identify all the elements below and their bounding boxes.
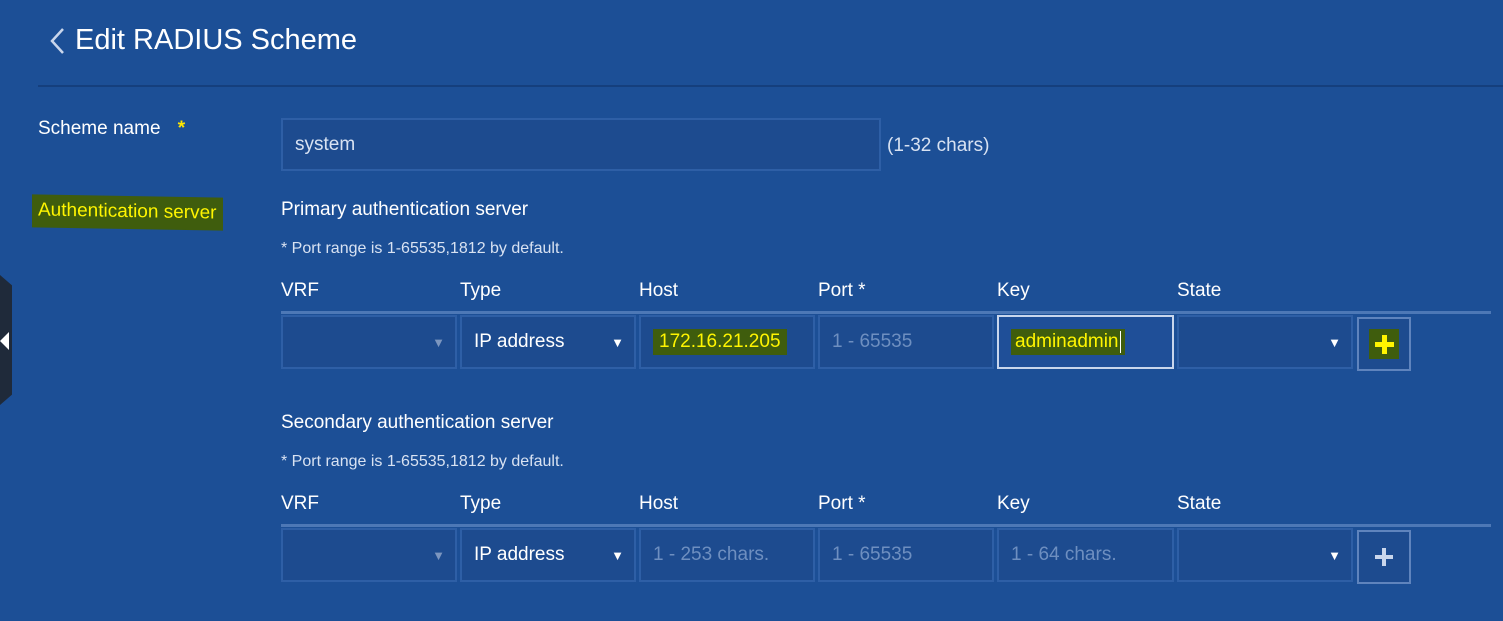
secondary-col-type: Type [460, 493, 502, 514]
primary-add-button[interactable] [1357, 317, 1411, 371]
secondary-col-port: Port * [818, 493, 866, 514]
primary-state-select[interactable]: ▼ [1177, 315, 1353, 369]
caret-down-icon: ▼ [1328, 548, 1341, 563]
secondary-col-key: Key [997, 493, 1030, 514]
text-cursor [1119, 330, 1121, 353]
primary-col-type: Type [460, 280, 502, 301]
secondary-key-input[interactable]: 1 - 64 chars. [997, 528, 1174, 582]
secondary-col-state: State [1177, 493, 1222, 514]
secondary-state-select[interactable]: ▼ [1177, 528, 1353, 582]
header-divider [38, 85, 1503, 87]
page-title: Edit RADIUS Scheme [75, 24, 358, 56]
secondary-port-placeholder: 1 - 65535 [832, 544, 913, 565]
primary-col-key: Key [997, 280, 1030, 301]
primary-col-host: Host [639, 280, 679, 301]
caret-down-icon: ▼ [432, 548, 445, 563]
primary-port-placeholder: 1 - 65535 [832, 331, 913, 352]
secondary-col-vrf: VRF [281, 493, 319, 514]
primary-type-select[interactable]: IP address ▼ [460, 315, 636, 369]
primary-vrf-select[interactable]: ▼ [281, 315, 457, 369]
secondary-key-placeholder: 1 - 64 chars. [1011, 544, 1117, 565]
primary-header-rule [281, 311, 1491, 314]
plus-icon [1375, 548, 1393, 566]
caret-down-icon: ▼ [611, 548, 624, 563]
secondary-server-title: Secondary authentication server [281, 412, 554, 433]
secondary-host-placeholder: 1 - 253 chars. [653, 544, 770, 565]
caret-down-icon: ▼ [1328, 335, 1341, 350]
chevron-left-icon[interactable] [44, 26, 70, 56]
scheme-name-hint: (1-32 chars) [887, 135, 990, 156]
secondary-header-rule [281, 524, 1491, 527]
secondary-type-select[interactable]: IP address ▼ [460, 528, 636, 582]
scheme-name-label: Scheme name * [38, 118, 186, 139]
primary-host-value: 172.16.21.205 [653, 329, 787, 355]
primary-col-port: Port * [818, 280, 866, 301]
required-star: * [177, 118, 186, 139]
secondary-port-input[interactable]: 1 - 65535 [818, 528, 994, 582]
authentication-server-label: Authentication server [32, 194, 223, 231]
scheme-name-value: system [295, 133, 356, 155]
primary-key-value: adminadmin [1011, 328, 1125, 355]
caret-down-icon: ▼ [432, 335, 445, 350]
primary-port-note: * Port range is 1-65535,1812 by default. [281, 240, 564, 257]
secondary-host-input[interactable]: 1 - 253 chars. [639, 528, 815, 582]
primary-host-input[interactable]: 172.16.21.205 [639, 315, 815, 369]
secondary-port-note: * Port range is 1-65535,1812 by default. [281, 453, 564, 470]
primary-col-state: State [1177, 280, 1222, 301]
caret-down-icon: ▼ [611, 335, 624, 350]
collapse-arrow-icon [0, 332, 9, 350]
primary-port-input[interactable]: 1 - 65535 [818, 315, 994, 369]
secondary-vrf-select[interactable]: ▼ [281, 528, 457, 582]
plus-icon [1369, 329, 1399, 359]
primary-key-input[interactable]: adminadmin [997, 315, 1174, 369]
primary-col-vrf: VRF [281, 280, 319, 301]
secondary-type-value: IP address [474, 544, 565, 565]
primary-server-title: Primary authentication server [281, 199, 529, 220]
scheme-name-input[interactable]: system [281, 118, 881, 171]
secondary-col-host: Host [639, 493, 679, 514]
primary-type-value: IP address [474, 331, 565, 352]
secondary-add-button[interactable] [1357, 530, 1411, 584]
